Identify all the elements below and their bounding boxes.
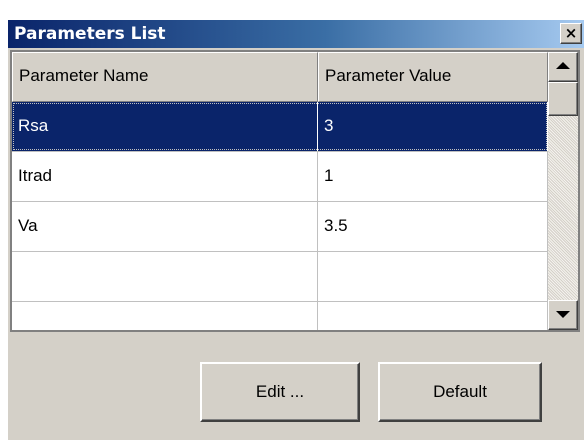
- default-button[interactable]: Default: [378, 362, 542, 422]
- table-row[interactable]: Itrad 1: [12, 152, 548, 202]
- parameters-grid: Parameter Name Parameter Value Rsa 3 Itr…: [10, 50, 580, 332]
- vertical-scrollbar[interactable]: [548, 52, 578, 330]
- grid-viewport: Parameter Name Parameter Value Rsa 3 Itr…: [12, 52, 548, 330]
- parameter-value-cell: 1: [318, 152, 548, 201]
- table-row[interactable]: [12, 302, 548, 330]
- table-row[interactable]: [12, 252, 548, 302]
- scroll-up-button[interactable]: [548, 52, 578, 82]
- parameter-value-cell: [318, 252, 548, 301]
- window-title: Parameters List: [14, 24, 166, 44]
- scroll-thumb[interactable]: [548, 82, 578, 116]
- table-row-selected[interactable]: Rsa 3: [12, 102, 548, 152]
- close-button[interactable]: ×: [560, 23, 582, 44]
- parameter-name-cell: Rsa: [12, 102, 318, 151]
- parameter-name-cell: [12, 302, 318, 330]
- scroll-down-button[interactable]: [548, 300, 578, 330]
- parameter-value-cell: 3: [318, 102, 548, 151]
- parameter-value-cell: 3.5: [318, 202, 548, 251]
- parameter-name-cell: Va: [12, 202, 318, 251]
- parameter-value-cell: [318, 302, 548, 330]
- close-icon: ×: [564, 24, 578, 42]
- arrow-down-icon: [556, 311, 570, 318]
- parameter-name-cell: [12, 252, 318, 301]
- column-header-parameter-value[interactable]: Parameter Value: [318, 52, 548, 102]
- parameters-list-window: Parameters List × Parameter Name Paramet…: [8, 20, 584, 440]
- table-row[interactable]: Va 3.5: [12, 202, 548, 252]
- edit-button[interactable]: Edit ...: [200, 362, 360, 422]
- arrow-up-icon: [556, 62, 570, 69]
- title-bar[interactable]: Parameters List ×: [8, 20, 584, 48]
- column-header-parameter-name[interactable]: Parameter Name: [12, 52, 318, 102]
- grid-header: Parameter Name Parameter Value: [12, 52, 548, 102]
- parameter-name-cell: Itrad: [12, 152, 318, 201]
